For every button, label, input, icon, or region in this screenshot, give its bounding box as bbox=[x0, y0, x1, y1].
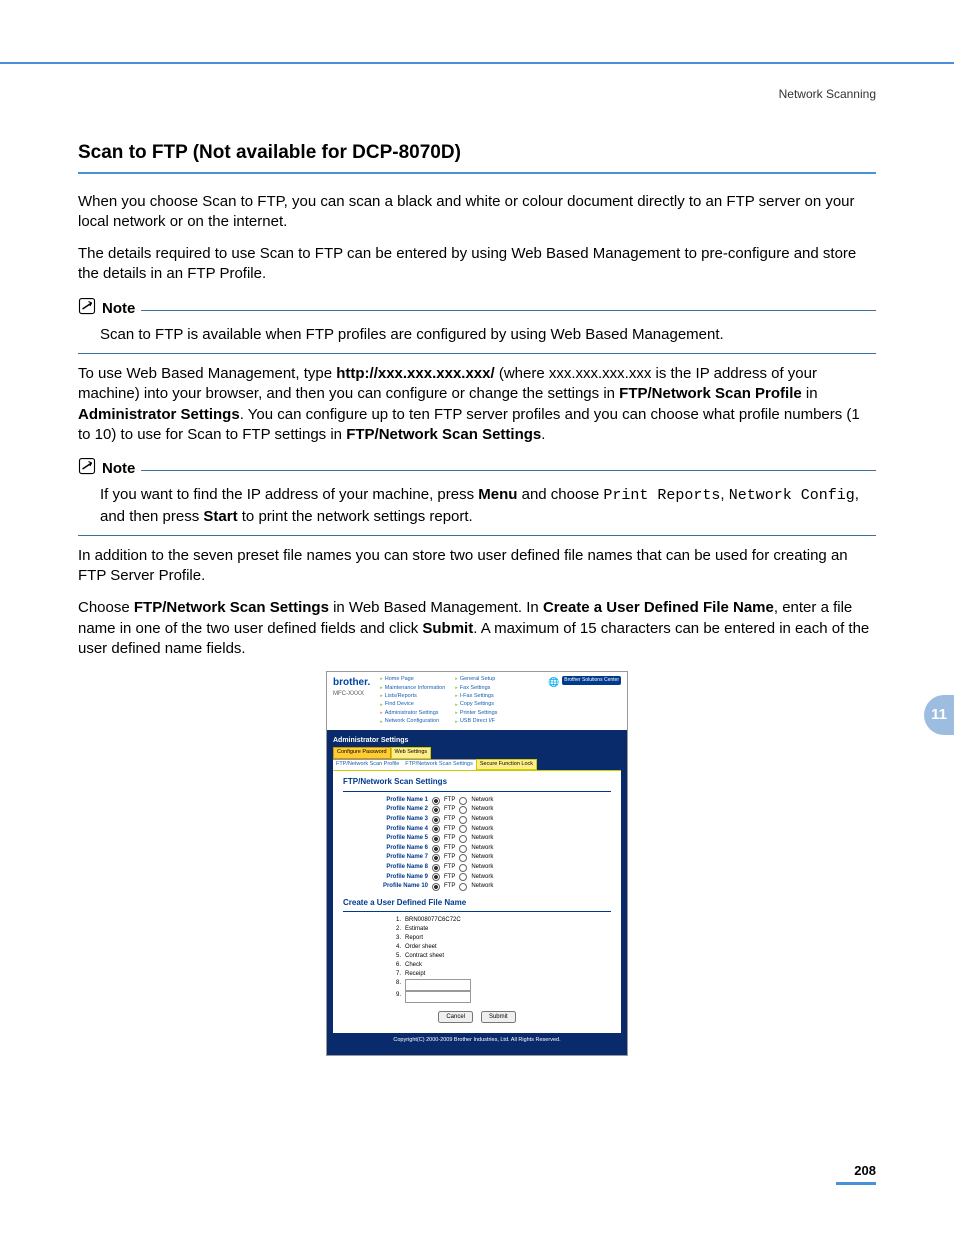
globe-icon: 🌐 bbox=[548, 676, 559, 688]
radio-network[interactable] bbox=[459, 806, 467, 814]
tab-secure-function-lock[interactable]: Secure Function Lock bbox=[476, 759, 537, 770]
page-number: 208 bbox=[854, 1162, 876, 1180]
brother-logo: brother. bbox=[333, 676, 370, 690]
profile-row: Profile Name 10FTPNetwork bbox=[343, 882, 611, 892]
profile-row: Profile Name 6FTPNetwork bbox=[343, 844, 611, 854]
note-body: Scan to FTP is available when FTP profil… bbox=[100, 325, 872, 345]
nav-link[interactable]: General Setup bbox=[455, 676, 497, 683]
radio-ftp[interactable] bbox=[432, 864, 440, 872]
udfn-row: 3.Report bbox=[343, 934, 611, 943]
udfn-input[interactable] bbox=[405, 991, 471, 1003]
note-icon bbox=[78, 297, 96, 321]
note-block: Note If you want to find the IP address … bbox=[78, 457, 876, 536]
paragraph: In addition to the seven preset file nam… bbox=[78, 546, 876, 587]
nav-link[interactable]: Administrator Settings bbox=[380, 710, 445, 717]
paragraph: The details required to use Scan to FTP … bbox=[78, 244, 876, 285]
udfn-row: 4.Order sheet bbox=[343, 943, 611, 952]
udfn-row: 9. bbox=[343, 991, 611, 1003]
profile-row: Profile Name 8FTPNetwork bbox=[343, 863, 611, 873]
radio-network[interactable] bbox=[459, 816, 467, 824]
profile-row: Profile Name 5FTPNetwork bbox=[343, 834, 611, 844]
section-title: Scan to FTP (Not available for DCP-8070D… bbox=[78, 140, 876, 166]
radio-network[interactable] bbox=[459, 873, 467, 881]
radio-ftp[interactable] bbox=[432, 797, 440, 805]
chapter-tab: 11 bbox=[924, 695, 954, 735]
note-body: If you want to find the IP address of yo… bbox=[100, 485, 872, 527]
radio-network[interactable] bbox=[459, 864, 467, 872]
radio-network[interactable] bbox=[459, 797, 467, 805]
udfn-heading: Create a User Defined File Name bbox=[343, 898, 611, 913]
udfn-row: 6.Check bbox=[343, 961, 611, 970]
profile-row: Profile Name 1FTPNetwork bbox=[343, 796, 611, 806]
radio-ftp[interactable] bbox=[432, 835, 440, 843]
embedded-screenshot: brother. MFC-XXXX Home Page Maintenance I… bbox=[326, 671, 628, 1056]
udfn-row: 5.Contract sheet bbox=[343, 952, 611, 961]
cancel-button[interactable]: Cancel bbox=[438, 1011, 473, 1023]
solutions-center-link[interactable]: Brother Solutions Center bbox=[562, 676, 621, 685]
ftp-settings-heading: FTP/Network Scan Settings bbox=[343, 777, 611, 792]
nav-link[interactable]: Fax Settings bbox=[455, 685, 497, 692]
udfn-input[interactable] bbox=[405, 979, 471, 991]
note-label: Note bbox=[102, 299, 135, 319]
nav-link[interactable]: Printer Settings bbox=[455, 710, 497, 717]
radio-ftp[interactable] bbox=[432, 806, 440, 814]
nav-link[interactable]: Maintenance Information bbox=[380, 685, 445, 692]
profile-row: Profile Name 4FTPNetwork bbox=[343, 825, 611, 835]
profile-row: Profile Name 7FTPNetwork bbox=[343, 853, 611, 863]
scroll-top-icon[interactable]: ▲ bbox=[603, 1025, 611, 1036]
tab-web-settings[interactable]: Web Settings bbox=[391, 747, 432, 758]
radio-network[interactable] bbox=[459, 845, 467, 853]
tab-configure-password[interactable]: Configure Password bbox=[333, 747, 391, 758]
profile-row: Profile Name 9FTPNetwork bbox=[343, 873, 611, 883]
udfn-row: 7.Receipt bbox=[343, 970, 611, 979]
radio-network[interactable] bbox=[459, 835, 467, 843]
udfn-row: 1.BRN008077C6C72C bbox=[343, 916, 611, 925]
page-header: Network Scanning bbox=[779, 86, 876, 102]
note-icon bbox=[78, 457, 96, 481]
submit-button[interactable]: Submit bbox=[481, 1011, 516, 1023]
admin-settings-title: Administrator Settings bbox=[333, 736, 621, 745]
nav-link[interactable]: USB Direct I/F bbox=[455, 718, 497, 725]
radio-network[interactable] bbox=[459, 854, 467, 862]
nav-link[interactable]: Find Device bbox=[380, 701, 445, 708]
nav-link[interactable]: Lists/Reports bbox=[380, 693, 445, 700]
model-label: MFC-XXXX bbox=[333, 690, 370, 698]
radio-network[interactable] bbox=[459, 883, 467, 891]
profile-row: Profile Name 2FTPNetwork bbox=[343, 805, 611, 815]
radio-ftp[interactable] bbox=[432, 845, 440, 853]
nav-link[interactable]: I-Fax Settings bbox=[455, 693, 497, 700]
tab-ftp-settings[interactable]: FTP/Network Scan Settings bbox=[402, 759, 476, 770]
paragraph: Choose FTP/Network Scan Settings in Web … bbox=[78, 598, 876, 659]
radio-ftp[interactable] bbox=[432, 825, 440, 833]
tab-ftp-profile[interactable]: FTP/Network Scan Profile bbox=[333, 759, 402, 770]
radio-ftp[interactable] bbox=[432, 873, 440, 881]
paragraph: When you choose Scan to FTP, you can sca… bbox=[78, 192, 876, 233]
paragraph: To use Web Based Management, type http:/… bbox=[78, 364, 876, 445]
settings-tabs: Configure Password Web Settings bbox=[333, 747, 621, 758]
udfn-row: 2.Estimate bbox=[343, 925, 611, 934]
radio-ftp[interactable] bbox=[432, 854, 440, 862]
radio-ftp[interactable] bbox=[432, 883, 440, 891]
profile-row: Profile Name 3FTPNetwork bbox=[343, 815, 611, 825]
radio-ftp[interactable] bbox=[432, 816, 440, 824]
nav-link[interactable]: Network Configuration bbox=[380, 718, 445, 725]
udfn-row: 8. bbox=[343, 979, 611, 991]
note-label: Note bbox=[102, 459, 135, 479]
nav-link[interactable]: Copy Settings bbox=[455, 701, 497, 708]
copyright-footer: ▲ Copyright(C) 2000-2009 Brother Industr… bbox=[333, 1033, 621, 1048]
nav-link[interactable]: Home Page bbox=[380, 676, 445, 683]
radio-network[interactable] bbox=[459, 825, 467, 833]
note-block: Note Scan to FTP is available when FTP p… bbox=[78, 297, 876, 355]
